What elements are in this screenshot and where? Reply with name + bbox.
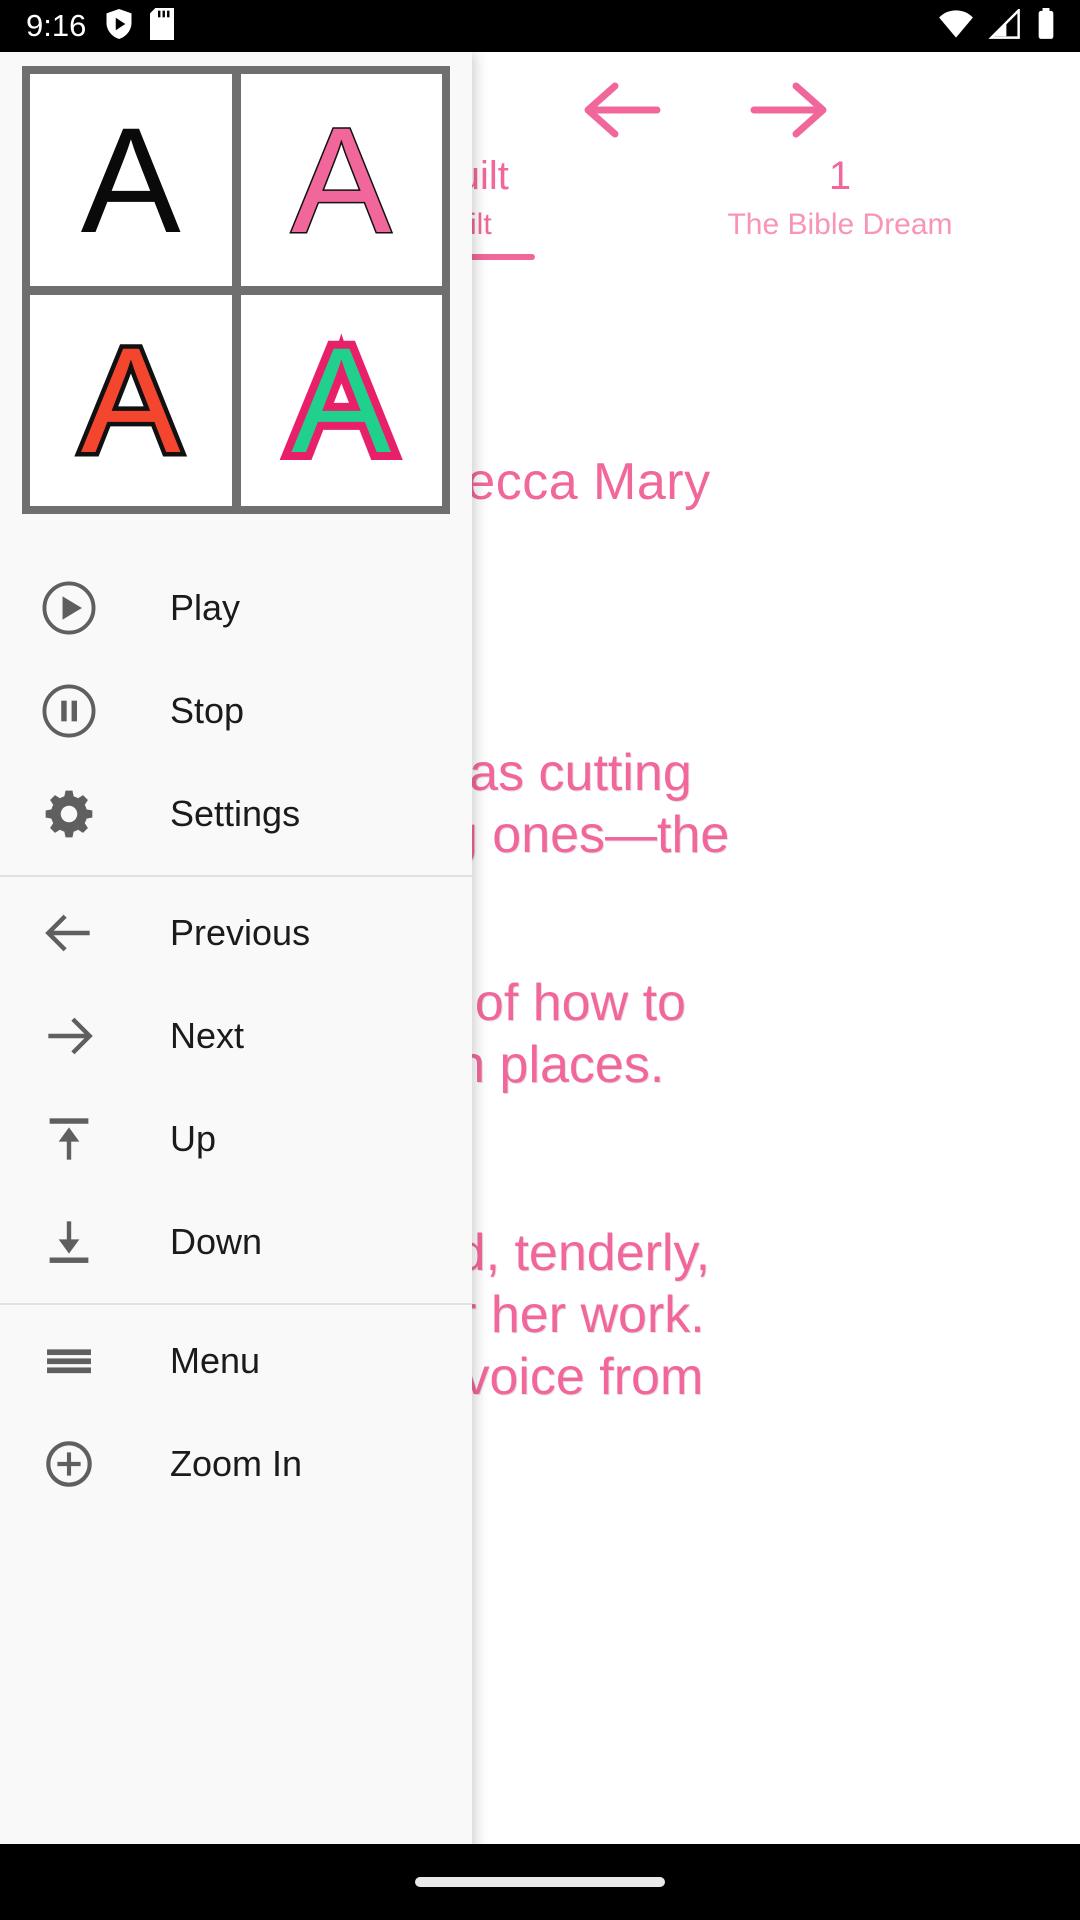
navigation-drawer: A A A A Play Stop Settings Previous Next…: [0, 52, 472, 1876]
signal-icon: [988, 6, 1022, 44]
menu-item-play[interactable]: Play: [0, 556, 472, 659]
font-style-option-green-pink-outline[interactable]: A: [240, 294, 442, 506]
zoom-in-circle-icon: [36, 1431, 102, 1497]
menu-item-label: Down: [170, 1220, 263, 1262]
menu-group-tools: Menu Zoom In: [0, 1305, 472, 1525]
menu-item-previous[interactable]: Previous: [0, 881, 472, 984]
font-sample-glyph: A: [290, 95, 393, 264]
menu-item-down[interactable]: Down: [0, 1190, 472, 1293]
font-style-grid: A A A A: [22, 66, 450, 514]
phone-screen: nd Quilt nd Quilt 1 The Bible Dream Rebe…: [0, 0, 1080, 1920]
drawer-scrim[interactable]: [472, 52, 1080, 1876]
menu-item-next[interactable]: Next: [0, 984, 472, 1087]
status-bar: 9:16: [0, 0, 1080, 52]
font-style-option-plain-black[interactable]: A: [30, 74, 232, 286]
menu-group-playback: Play Stop Settings: [0, 552, 472, 875]
status-bar-clock: 9:16: [26, 8, 87, 43]
font-style-option-red-heavy-outline[interactable]: A: [30, 294, 232, 506]
system-navigation-bar: [0, 1844, 1080, 1920]
menu-item-label: Play: [170, 586, 241, 628]
menu-group-navigation: Previous Next Up Down: [0, 877, 472, 1303]
gear-icon: [36, 781, 102, 847]
menu-item-zoom-in[interactable]: Zoom In: [0, 1412, 472, 1515]
menu-item-label: Zoom In: [170, 1442, 303, 1484]
menu-item-menu[interactable]: Menu: [0, 1309, 472, 1412]
home-gesture-pill[interactable]: [415, 1877, 665, 1887]
font-sample-glyph: A: [283, 316, 399, 485]
menu-item-label: Settings: [170, 792, 301, 834]
arrow-right-icon: [36, 1003, 102, 1069]
menu-item-stop[interactable]: Stop: [0, 659, 472, 762]
sd-card-icon: [150, 7, 175, 45]
menu-item-label: Up: [170, 1117, 217, 1159]
hamburger-menu-icon: [36, 1328, 102, 1394]
arrow-left-icon: [36, 900, 102, 966]
menu-item-label: Menu: [170, 1339, 261, 1381]
font-sample-glyph: A: [76, 316, 185, 485]
menu-item-up[interactable]: Up: [0, 1087, 472, 1190]
vertical-align-top-icon: [36, 1106, 102, 1172]
vertical-align-bottom-icon: [36, 1209, 102, 1275]
font-sample-glyph: A: [80, 95, 181, 264]
menu-item-label: Stop: [170, 689, 245, 731]
drawer-menu-list: Play Stop Settings Previous Next Up Down…: [0, 552, 472, 1525]
pause-circle-icon: [36, 678, 102, 744]
play-circle-icon: [36, 575, 102, 641]
font-style-option-pink-outlined[interactable]: A: [240, 74, 442, 286]
shield-play-icon: [104, 7, 134, 46]
menu-item-label: Previous: [170, 911, 311, 953]
menu-item-settings[interactable]: Settings: [0, 762, 472, 865]
wifi-icon: [938, 9, 974, 44]
menu-item-label: Next: [170, 1014, 245, 1056]
battery-icon: [1036, 7, 1056, 45]
